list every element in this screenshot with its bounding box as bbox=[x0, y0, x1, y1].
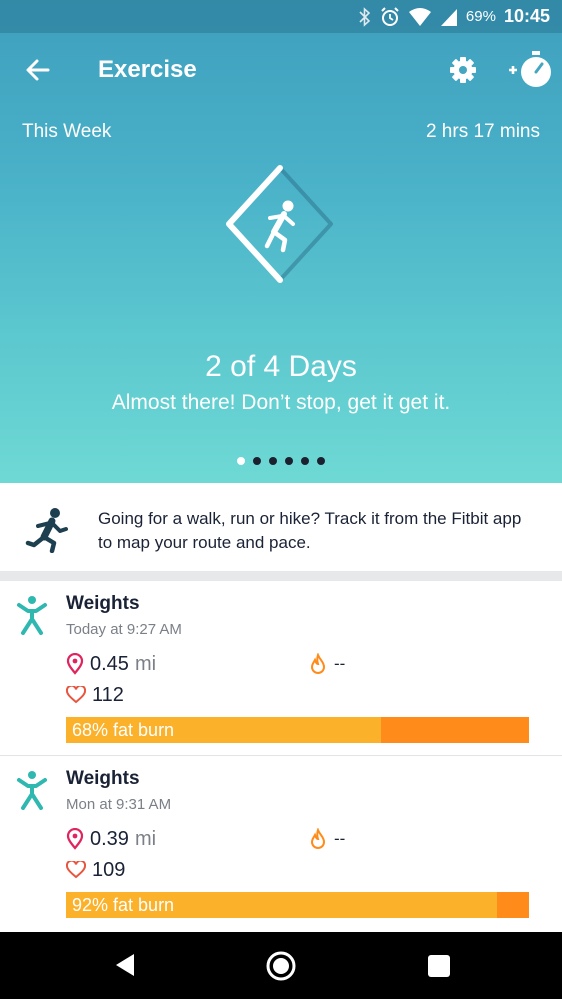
section-separator bbox=[0, 571, 562, 581]
back-arrow-icon[interactable] bbox=[22, 54, 54, 86]
clock: 10:45 bbox=[503, 6, 550, 26]
alarm-icon bbox=[381, 6, 399, 26]
nav-back-icon[interactable] bbox=[112, 952, 138, 978]
gps-tip-text: Going for a walk, run or hike? Track it … bbox=[98, 509, 522, 552]
nav-recents-icon[interactable] bbox=[428, 955, 450, 977]
fat-burn-label: 68% fat burn bbox=[72, 720, 175, 740]
activity-card[interactable]: Weights Today at 9:27 AM 0.45 mi -- 112 … bbox=[0, 581, 562, 755]
distance-stat: 0.39 mi bbox=[66, 826, 156, 852]
heart-rate-value: 109 bbox=[92, 858, 126, 881]
distance-stat: 0.45 mi bbox=[66, 651, 156, 677]
page-indicator[interactable] bbox=[0, 457, 562, 465]
location-pin-icon bbox=[66, 653, 84, 675]
distance-value: 0.39 bbox=[90, 827, 129, 850]
calories-stat: -- bbox=[310, 651, 345, 677]
heart-icon bbox=[66, 861, 86, 879]
activity-time: Today at 9:27 AM bbox=[66, 621, 182, 638]
page-dot[interactable] bbox=[301, 457, 309, 465]
weekly-total-time: 2 hrs 17 mins bbox=[425, 121, 540, 142]
bluetooth-icon bbox=[359, 6, 371, 27]
fat-burn-bar: 68% fat burn bbox=[66, 717, 529, 743]
exercise-goal-badge bbox=[226, 165, 333, 283]
running-person-icon bbox=[25, 508, 68, 553]
activity-time: Mon at 9:31 AM bbox=[66, 796, 172, 813]
weights-activity-icon bbox=[17, 596, 47, 635]
app-bar: Exercise bbox=[0, 40, 562, 100]
page-title: Exercise bbox=[98, 56, 197, 83]
page-dot[interactable] bbox=[269, 457, 277, 465]
signal-icon bbox=[440, 8, 457, 26]
heart-rate-value: 112 bbox=[92, 683, 124, 706]
heart-icon bbox=[66, 686, 86, 704]
battery-percent: 69% bbox=[465, 8, 496, 25]
weights-activity-icon bbox=[17, 771, 47, 810]
calories-stat: -- bbox=[310, 826, 345, 852]
status-bar: 69% 10:45 bbox=[0, 0, 562, 33]
distance-unit: mi bbox=[134, 652, 157, 675]
system-nav-bar bbox=[0, 932, 562, 999]
wifi-icon bbox=[408, 7, 431, 26]
encouragement-message: Almost there! Don’t stop, get it get it. bbox=[111, 391, 451, 414]
fat-burn-bar: 92% fat burn bbox=[66, 892, 529, 918]
distance-value: 0.45 bbox=[90, 652, 129, 675]
stopwatch-add-icon[interactable] bbox=[506, 48, 554, 92]
page-dot[interactable] bbox=[237, 457, 245, 465]
heart-rate-stat: 112 bbox=[66, 682, 124, 708]
activity-name: Weights bbox=[66, 768, 140, 789]
activity-name: Weights bbox=[66, 593, 140, 614]
heart-rate-stat: 109 bbox=[66, 857, 125, 883]
running-person-icon bbox=[264, 200, 295, 253]
calories-value: -- bbox=[334, 654, 346, 673]
flame-icon bbox=[310, 828, 326, 849]
page-dot[interactable] bbox=[253, 457, 261, 465]
nav-home-icon[interactable] bbox=[265, 950, 297, 982]
location-pin-icon bbox=[66, 828, 84, 850]
fat-burn-label: 92% fat burn bbox=[72, 895, 175, 915]
gear-icon[interactable] bbox=[445, 52, 481, 88]
gps-tip-card[interactable]: Going for a walk, run or hike? Track it … bbox=[0, 483, 562, 571]
page-dot[interactable] bbox=[285, 457, 293, 465]
page-dot[interactable] bbox=[317, 457, 325, 465]
activity-card[interactable]: Weights Mon at 9:31 AM 0.39 mi -- 109 92… bbox=[0, 756, 562, 930]
calories-value: -- bbox=[334, 829, 346, 848]
distance-unit: mi bbox=[134, 827, 157, 850]
exercise-hero: 69% 10:45 Exercise This Week 2 hrs 17 mi… bbox=[0, 0, 562, 483]
period-label: This Week bbox=[22, 121, 112, 142]
days-progress: 2 of 4 Days bbox=[205, 350, 357, 383]
flame-icon bbox=[310, 653, 326, 674]
